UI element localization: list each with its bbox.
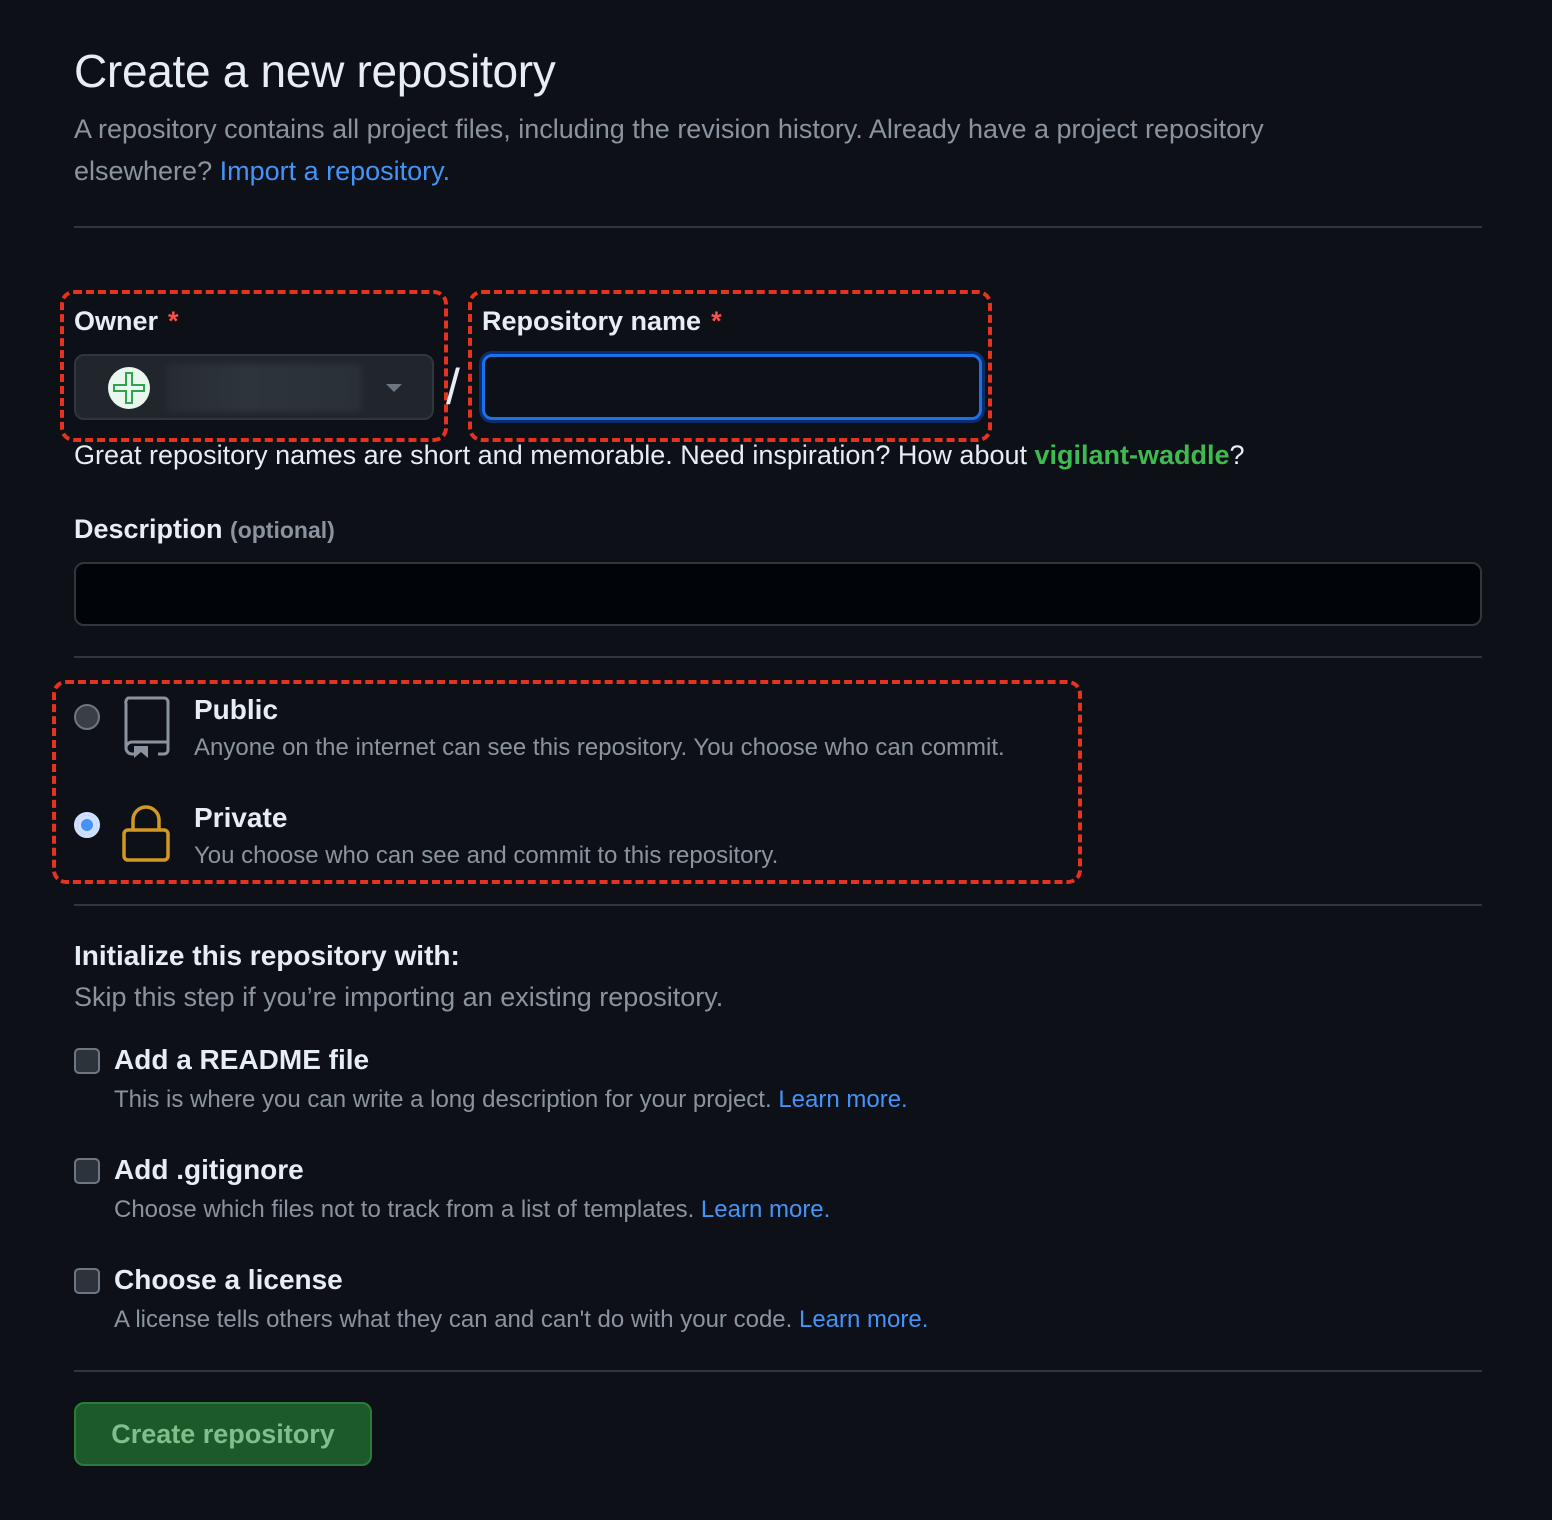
owner-required-mark: *	[168, 306, 179, 336]
description-label: Description (optional)	[74, 514, 335, 545]
readme-learn-more-link[interactable]: Learn more.	[778, 1086, 907, 1113]
private-radio[interactable]	[74, 812, 100, 838]
readme-checkbox[interactable]	[74, 1048, 100, 1074]
license-description-text: A license tells others what they can and…	[114, 1306, 799, 1333]
readme-title: Add a README file	[114, 1044, 370, 1075]
license-checkbox[interactable]	[74, 1268, 100, 1294]
readme-description-text: This is where you can write a long descr…	[114, 1086, 779, 1113]
readme-description: This is where you can write a long descr…	[114, 1086, 908, 1114]
name-suggestion-link[interactable]: vigilant-waddle	[1035, 440, 1230, 470]
license-description: A license tells others what they can and…	[114, 1306, 928, 1334]
public-radio[interactable]	[74, 704, 100, 730]
gitignore-description-text: Choose which files not to track from a l…	[114, 1196, 701, 1223]
gitignore-checkbox[interactable]	[74, 1158, 100, 1184]
optional-tag: (optional)	[230, 517, 335, 543]
divider	[74, 1370, 1482, 1372]
repo-icon	[120, 694, 172, 760]
import-repository-link[interactable]: Import a repository.	[220, 156, 451, 186]
repository-name-input[interactable]	[482, 354, 982, 420]
page-title: Create a new repository	[74, 45, 556, 97]
hint-end: ?	[1229, 440, 1245, 470]
initialize-title: Initialize this repository with:	[74, 940, 460, 971]
owner-label: Owner *	[74, 306, 179, 337]
hint-text: Great repository names are short and mem…	[74, 440, 1035, 470]
repo-name-label-text: Repository name	[482, 306, 702, 336]
description-input[interactable]	[74, 562, 1482, 626]
divider	[74, 226, 1482, 228]
page-subtitle: A repository contains all project files,…	[74, 108, 1394, 192]
license-learn-more-link[interactable]: Learn more.	[799, 1306, 928, 1333]
gitignore-description: Choose which files not to track from a l…	[114, 1196, 830, 1224]
private-title: Private	[194, 802, 288, 833]
owner-repo-separator: /	[446, 359, 460, 415]
public-description: Anyone on the internet can see this repo…	[194, 734, 1005, 761]
owner-label-text: Owner	[74, 306, 159, 336]
divider	[74, 656, 1482, 658]
gitignore-learn-more-link[interactable]: Learn more.	[701, 1196, 830, 1223]
owner-select[interactable]	[74, 354, 434, 420]
create-repository-button[interactable]: Create repository	[74, 1402, 372, 1466]
repo-name-hint: Great repository names are short and mem…	[74, 440, 1245, 471]
avatar-icon	[108, 367, 150, 409]
private-description: You choose who can see and commit to thi…	[194, 842, 779, 869]
gitignore-title: Add .gitignore	[114, 1154, 304, 1185]
description-label-text: Description	[74, 514, 223, 544]
create-repository-page: Create a new repository A repository con…	[0, 0, 1552, 1520]
owner-name-blurred	[166, 364, 362, 412]
divider	[74, 904, 1482, 906]
initialize-subtitle: Skip this step if you’re importing an ex…	[74, 982, 724, 1012]
repo-name-label: Repository name *	[482, 306, 722, 337]
lock-icon	[120, 804, 172, 864]
chevron-down-icon	[386, 384, 402, 392]
repo-name-required-mark: *	[711, 306, 722, 336]
license-title: Choose a license	[114, 1264, 343, 1295]
public-title: Public	[194, 694, 279, 725]
